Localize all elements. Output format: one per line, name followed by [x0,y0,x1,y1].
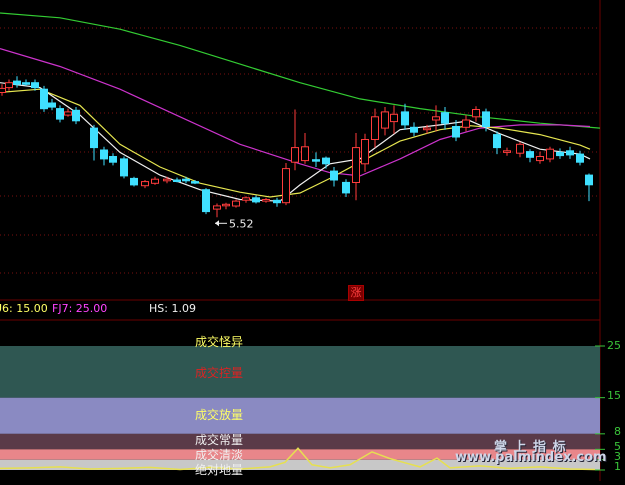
candle-body [40,88,48,110]
candle-body [432,116,440,121]
candle-body [361,139,369,165]
zhang-badge: 涨 [348,285,364,301]
candle-body [462,119,470,128]
candle-body [526,151,534,158]
candle-body [130,177,138,186]
candle-body [151,178,159,184]
band-label-fangliang: 成交放量 [195,408,244,422]
moving-average-line [0,12,601,129]
watermark-url: www.palmindex.com [455,450,607,465]
candle-body [381,111,389,129]
candle-body [536,156,544,162]
candle-body [100,149,108,160]
candle-body [482,111,490,128]
min-marker-label: 5.52 [229,217,254,230]
tick-25: 25 [607,339,621,352]
tick-15: 15 [607,389,621,402]
candle-body [352,147,360,184]
candle-body [312,159,320,162]
candle-body [22,82,30,85]
chart-svg: 5.52 [0,0,605,481]
candle-body [191,181,199,184]
candle-body [163,178,171,182]
candle-body [291,147,299,163]
candle-body [182,178,190,182]
candle-body [585,174,593,186]
candle-body [556,151,564,157]
candle-body [222,203,230,207]
indicator-hs: HS: 1.09 [149,302,196,315]
candle-body [109,156,117,163]
candle-body [31,82,39,89]
candle-body [503,150,511,153]
candle-body [516,143,524,154]
candle-body [330,170,338,181]
min-marker-arrowhead [215,220,219,227]
indicator-fj7: FJ7: 25.00 [52,302,108,315]
tick-8: 8 [614,425,621,438]
candle-body [252,197,260,203]
candle-body [401,111,409,126]
candle-body [72,109,80,122]
candle-body [423,127,431,131]
candle-body [546,148,554,160]
candle-body [90,127,98,149]
candle-body [371,116,379,141]
candle-body [141,181,149,187]
candle-body [576,153,584,163]
band-label-guaiyi: 成交怪异 [195,335,244,349]
tick-1: 1 [614,460,621,473]
candle-body [282,168,290,204]
candle-body [120,158,128,177]
candle-body [342,181,350,194]
candle-body [232,200,240,207]
candle-body [64,111,72,116]
candle-body [452,126,460,138]
volume-band [0,397,600,434]
candle-body [0,87,6,94]
chart-area: 5.52 [0,0,625,481]
candle-body [213,205,221,210]
candle-body [5,82,13,89]
candle-body [566,150,574,156]
candle-body [242,197,250,201]
candle-body [390,113,398,123]
indicator-u6: U6: 15.00 [0,302,48,315]
candle-body [322,157,330,165]
candle-body [48,102,56,108]
volume-band [0,346,600,398]
candle-body [301,146,309,162]
candle-body [493,134,501,149]
candle-body [273,199,281,204]
band-label-diliang: 绝对地量 [195,463,244,477]
candle-body [262,199,270,202]
candle-body [13,80,21,85]
candle-body [472,109,480,118]
candle-body [202,189,210,213]
candle-body [56,108,64,120]
band-label-kongliang: 成交控量 [195,366,244,380]
candle-body [173,179,181,182]
candle-body [441,112,449,124]
candle-body [410,126,418,133]
